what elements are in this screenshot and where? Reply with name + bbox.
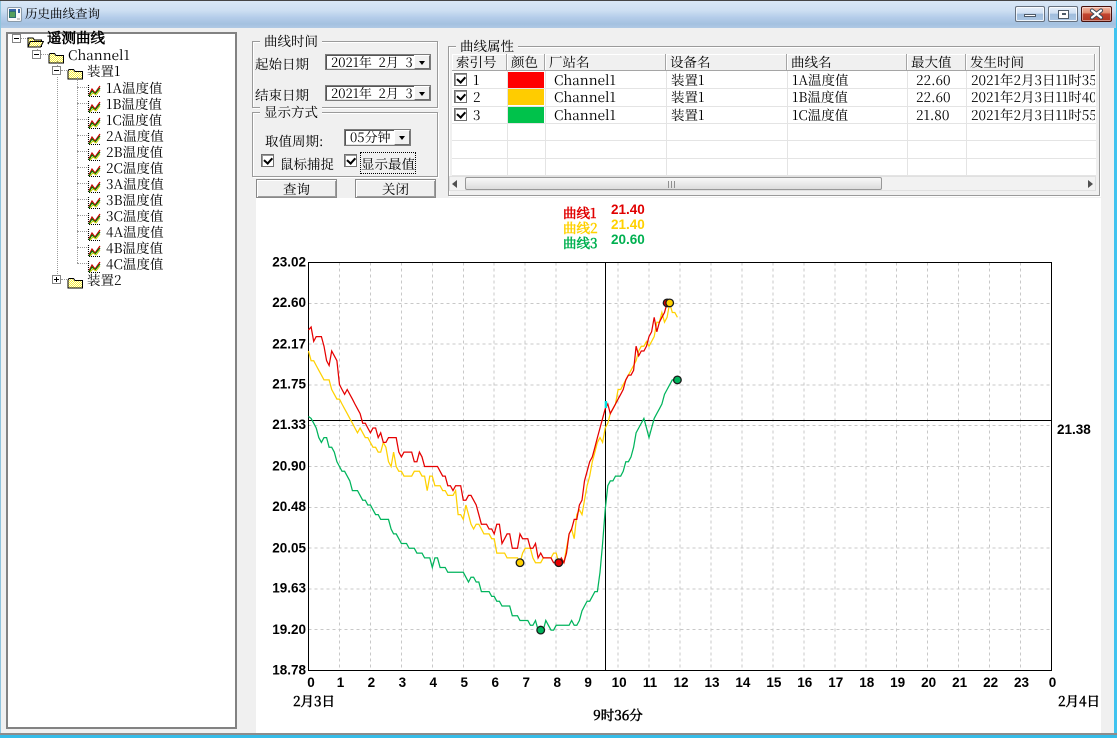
svg-text:21.38: 21.38 (1057, 422, 1091, 437)
svg-text:5: 5 (461, 675, 469, 690)
svg-text:4: 4 (430, 675, 438, 690)
svg-text:1: 1 (337, 675, 345, 690)
svg-text:22.60: 22.60 (272, 295, 306, 310)
svg-text:6: 6 (491, 675, 499, 690)
svg-text:22.17: 22.17 (272, 336, 306, 351)
svg-text:3: 3 (399, 675, 407, 690)
svg-text:18.78: 18.78 (272, 663, 306, 678)
svg-text:20.48: 20.48 (272, 499, 306, 514)
svg-text:19: 19 (890, 675, 905, 690)
svg-text:23.02: 23.02 (272, 255, 306, 270)
svg-text:0: 0 (1049, 675, 1057, 690)
svg-text:9时36分: 9时36分 (593, 704, 643, 724)
svg-text:23: 23 (1014, 675, 1030, 690)
svg-text:15: 15 (766, 675, 782, 690)
svg-text:22: 22 (983, 675, 998, 690)
svg-text:20: 20 (921, 675, 936, 690)
svg-text:20.05: 20.05 (272, 540, 306, 555)
svg-text:19.63: 19.63 (272, 581, 306, 596)
svg-text:2: 2 (368, 675, 376, 690)
svg-text:19.20: 19.20 (272, 622, 306, 637)
svg-text:13: 13 (704, 675, 720, 690)
svg-text:17: 17 (828, 675, 843, 690)
svg-text:9: 9 (584, 675, 592, 690)
svg-text:10: 10 (612, 675, 627, 690)
svg-text:2月4日: 2月4日 (1058, 690, 1100, 710)
svg-text:21: 21 (952, 675, 968, 690)
svg-text:11: 11 (643, 675, 658, 690)
svg-text:14: 14 (735, 675, 751, 690)
svg-text:20.90: 20.90 (272, 459, 306, 474)
svg-text:18: 18 (859, 675, 875, 690)
svg-text:2月3日: 2月3日 (293, 690, 335, 710)
svg-text:8: 8 (553, 675, 561, 690)
svg-text:12: 12 (673, 675, 688, 690)
svg-text:21.33: 21.33 (272, 417, 306, 432)
svg-text:21.75: 21.75 (272, 377, 306, 392)
svg-text:7: 7 (522, 675, 530, 690)
svg-text:16: 16 (797, 675, 813, 690)
svg-text:0: 0 (307, 675, 315, 690)
